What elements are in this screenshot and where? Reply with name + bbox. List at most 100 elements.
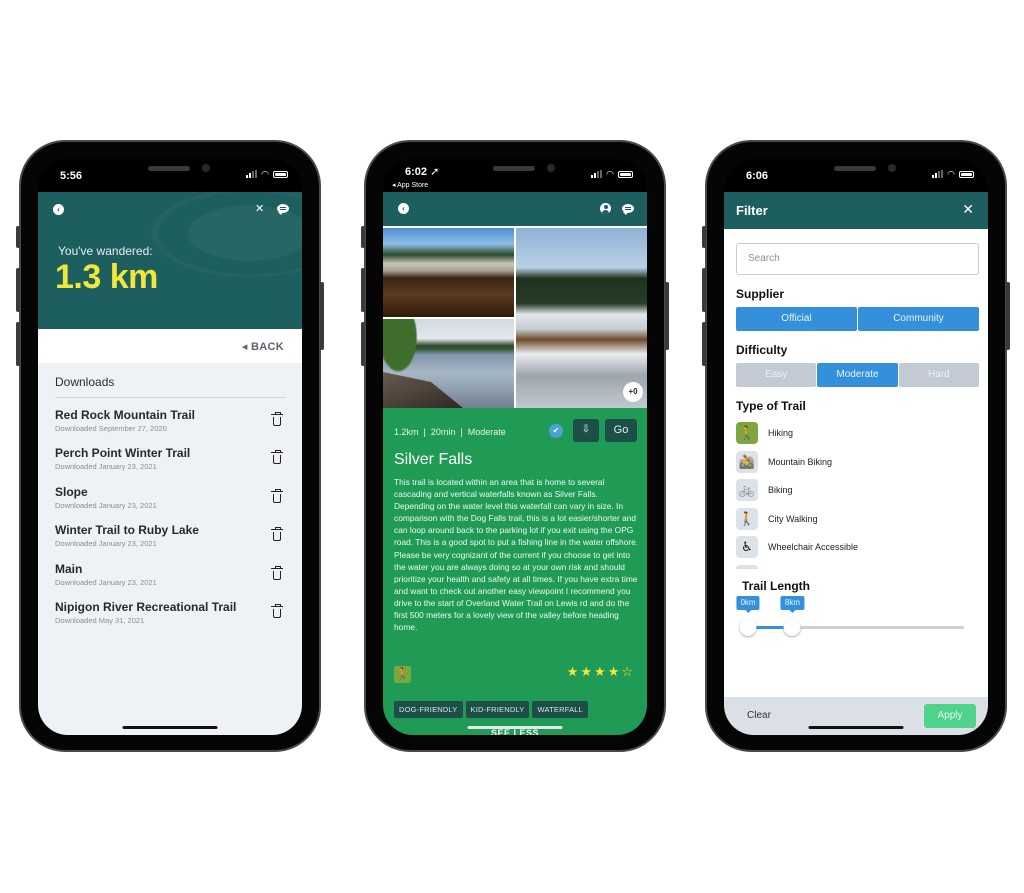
star-empty-icon: ☆ xyxy=(621,664,633,679)
volume-up-button xyxy=(361,268,365,312)
back-button[interactable]: ◂ BACK xyxy=(242,340,284,353)
download-item[interactable]: Red Rock Mountain Trail Downloaded Septe… xyxy=(55,408,286,446)
trash-icon[interactable] xyxy=(271,527,283,542)
difficulty-hard[interactable]: Hard xyxy=(898,363,979,387)
wifi-icon: ◠ xyxy=(606,169,614,179)
download-item[interactable]: Winter Trail to Ruby Lake Downloaded Jan… xyxy=(55,523,286,561)
trail-type-biking[interactable]: 🚲 Biking xyxy=(736,476,979,505)
difficulty-moderate[interactable]: Moderate xyxy=(817,363,898,387)
top-bar: ‹ xyxy=(383,192,647,226)
chat-bubble-icon[interactable] xyxy=(277,204,289,215)
slider-min-handle[interactable] xyxy=(739,619,757,636)
trail-name: Red Rock Mountain Trail xyxy=(55,408,196,422)
profile-icon[interactable] xyxy=(600,203,611,214)
search-input[interactable]: Search xyxy=(736,243,979,275)
trail-type-mountain-biking[interactable]: 🚵 Mountain Biking xyxy=(736,448,979,477)
tag[interactable]: KID-FRIENDLY xyxy=(465,701,530,718)
volume-down-button xyxy=(16,322,20,366)
trail-type-hiking[interactable]: 🚶 Hiking xyxy=(736,419,979,448)
supplier-community[interactable]: Community xyxy=(858,307,979,331)
screen: 6:02 ➚ ◂ App Store ◠ ‹ +0 1.2km | 20min … xyxy=(383,159,647,735)
trail-type-city-walking[interactable]: 🚶 City Walking xyxy=(736,505,979,534)
trail-type-more[interactable]: ▭ xyxy=(736,562,979,569)
apply-button[interactable]: Apply xyxy=(924,704,976,728)
photo-waterfall-rocks[interactable] xyxy=(383,228,514,317)
supplier-segmented: Official Community xyxy=(736,307,979,331)
speaker xyxy=(493,166,535,171)
trail-name: Winter Trail to Ruby Lake xyxy=(55,523,199,538)
more-photos-badge[interactable]: +0 xyxy=(623,382,643,402)
download-item[interactable]: Slope Downloaded January 23, 2021 xyxy=(55,485,286,523)
star-filled-icon: ★ xyxy=(594,664,606,679)
download-item[interactable]: Main Downloaded January 23, 2021 xyxy=(55,562,286,600)
back-circle-icon[interactable]: ‹ xyxy=(398,203,409,214)
phone-downloads: 5:56 ◠ ‹ ✕ You've wandered: 1.3 km ◂ BAC… xyxy=(16,140,324,752)
home-indicator[interactable] xyxy=(808,726,904,729)
status-bar: 6:02 ➚ ◂ App Store ◠ xyxy=(383,159,647,192)
divider xyxy=(55,397,286,398)
tag[interactable]: DOG-FRIENDLY xyxy=(394,701,463,718)
signal-icon xyxy=(932,170,944,178)
see-less-button[interactable]: SEE LESS xyxy=(383,728,647,735)
go-button[interactable]: Go xyxy=(605,419,637,442)
supplier-official[interactable]: Official xyxy=(736,307,857,331)
star-filled-icon: ★ xyxy=(607,664,620,679)
home-indicator[interactable] xyxy=(122,726,218,729)
status-time: 5:56 xyxy=(60,170,83,182)
back-bar: ◂ BACK xyxy=(38,329,302,363)
trail-type-wheelchair[interactable]: ♿ Wheelchair Accessible xyxy=(736,533,979,562)
download-button[interactable]: ⇩ xyxy=(573,419,599,442)
type-label: Wheelchair Accessible xyxy=(768,542,859,553)
status-icons: ◠ xyxy=(932,169,974,179)
mute-switch xyxy=(16,226,20,248)
clear-button[interactable]: Clear xyxy=(747,710,771,721)
tools-icon[interactable]: ✕ xyxy=(255,202,264,215)
trail-name: Main xyxy=(55,561,83,576)
photo-lake[interactable] xyxy=(383,319,514,408)
hiking-icon: 🚶 xyxy=(394,666,411,683)
difficulty-segmented: Easy Moderate Hard xyxy=(736,363,979,387)
slider-max-handle[interactable] xyxy=(783,619,801,636)
screen: 5:56 ◠ ‹ ✕ You've wandered: 1.3 km ◂ BAC… xyxy=(38,159,302,735)
camera xyxy=(888,164,896,172)
tag[interactable]: WATERFALL xyxy=(532,701,589,718)
photo-winter-falls[interactable]: +0 xyxy=(516,228,647,408)
difficulty-easy[interactable]: Easy xyxy=(736,363,817,387)
star-filled-icon: ★ xyxy=(580,664,593,679)
filter-title: Filter xyxy=(736,203,768,218)
download-item[interactable]: Nipigon River Recreational Trail Downloa… xyxy=(55,600,286,638)
wheelchair-icon: ♿ xyxy=(736,536,758,559)
trail-length-title: Trail Length xyxy=(742,579,811,593)
downloads-title: Downloads xyxy=(55,375,115,389)
close-icon[interactable]: ✕ xyxy=(962,201,974,218)
trail-name: Slope xyxy=(55,484,88,499)
trash-icon[interactable] xyxy=(271,412,283,426)
trail-length-slider[interactable]: 0km 8km xyxy=(736,596,979,641)
download-date: Downloaded January 23, 2021 xyxy=(55,577,157,587)
back-to-app-store[interactable]: ◂ App Store xyxy=(392,181,428,189)
trash-icon[interactable] xyxy=(271,565,283,580)
trail-type-list: 🚶 Hiking 🚵 Mountain Biking 🚲 Biking 🚶 Ci… xyxy=(736,419,979,569)
power-button xyxy=(320,282,324,350)
power-button xyxy=(1006,282,1010,350)
trash-icon[interactable] xyxy=(271,488,283,503)
chat-bubble-icon[interactable] xyxy=(622,204,634,215)
trail-type-title: Type of Trail xyxy=(736,399,806,413)
max-value-tooltip: 8km xyxy=(780,596,805,613)
wander-header: ‹ ✕ You've wandered: 1.3 km xyxy=(38,192,302,329)
star-filled-icon: ★ xyxy=(566,664,579,679)
photo-gallery: +0 xyxy=(383,226,647,408)
mountain-biking-icon: 🚵 xyxy=(736,450,758,473)
download-icon: ⇩ xyxy=(581,424,591,435)
back-circle-icon[interactable]: ‹ xyxy=(53,204,64,215)
wander-label: You've wandered: xyxy=(58,244,153,258)
trash-icon[interactable] xyxy=(271,603,283,618)
camera xyxy=(547,164,555,172)
status-icons: ◠ xyxy=(591,169,633,179)
download-item[interactable]: Perch Point Winter Trail Downloaded Janu… xyxy=(55,446,286,484)
wifi-icon: ◠ xyxy=(947,169,955,179)
battery-icon xyxy=(273,170,288,178)
volume-down-button xyxy=(702,322,706,366)
trash-icon[interactable] xyxy=(271,450,283,465)
home-indicator[interactable] xyxy=(467,726,563,729)
